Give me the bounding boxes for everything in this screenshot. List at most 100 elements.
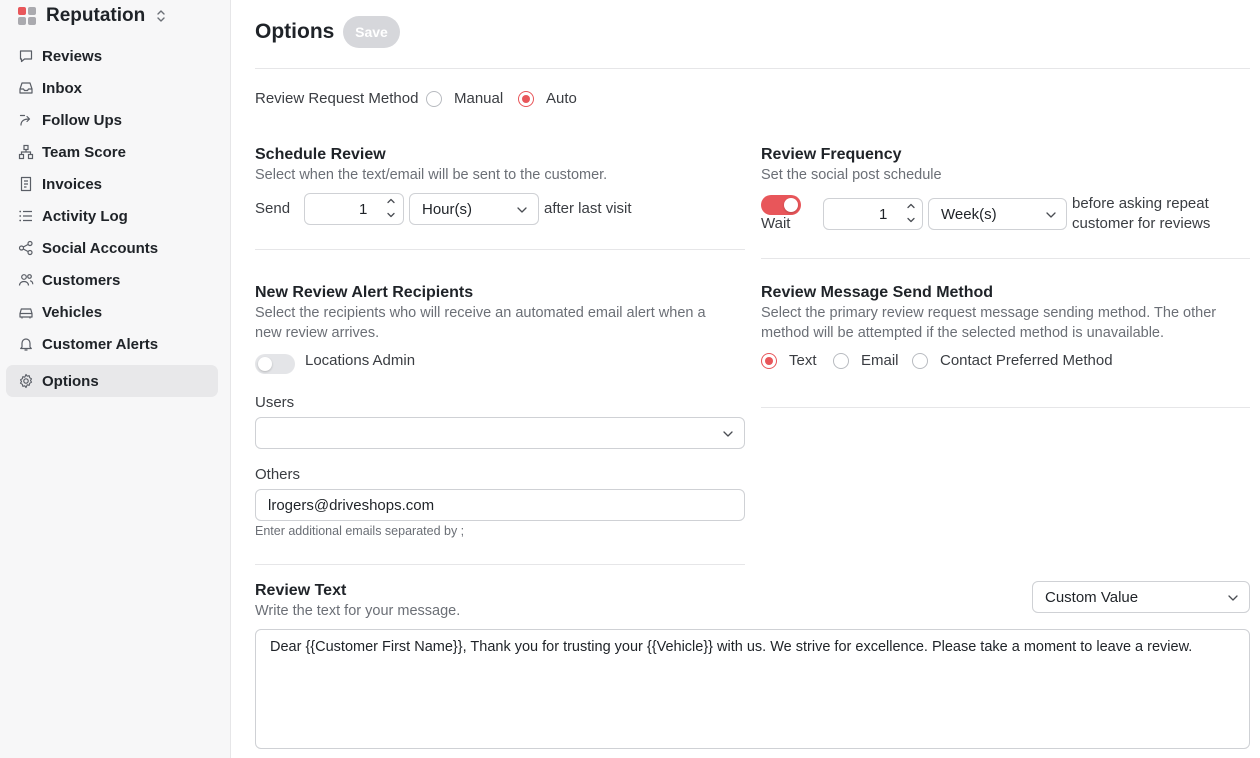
schedule-review-desc: Select when the text/email will be sent …: [255, 167, 608, 183]
users-icon: [18, 272, 34, 288]
review-frequency-title: Review Frequency: [761, 146, 902, 163]
divider: [761, 407, 1250, 408]
others-hint: Enter additional emails separated by ;: [255, 524, 465, 538]
divider: [761, 258, 1250, 259]
list-icon: [18, 208, 34, 224]
page-title: Options: [255, 20, 335, 43]
review-text-title: Review Text: [255, 582, 347, 599]
inbox-icon: [18, 80, 34, 96]
manual-radio-label: Manual: [454, 90, 504, 107]
users-label: Users: [255, 394, 295, 411]
email-radio-label: Email: [861, 352, 899, 369]
sidebar-item-label: Reviews: [42, 47, 103, 65]
sidebar-item-follow-ups[interactable]: Follow Ups: [6, 104, 218, 136]
sidebar-item-options[interactable]: Options: [6, 365, 218, 397]
alert-recipients-title: New Review Alert Recipients: [255, 284, 474, 301]
custom-value-label: Custom Value: [1045, 589, 1139, 606]
follow-up-icon: [18, 112, 34, 128]
chevron-down-icon: [517, 207, 527, 213]
sidebar-item-label: Team Score: [42, 143, 126, 161]
before-asking-label-line1: before asking repeat: [1072, 195, 1209, 212]
frequency-unit-value: Week(s): [941, 206, 997, 223]
org-chart-icon: [18, 144, 34, 160]
bell-icon: [18, 336, 34, 352]
app-title: Reputation: [46, 5, 146, 26]
frequency-amount-stepper[interactable]: 1: [823, 198, 923, 230]
others-email-input[interactable]: lrogers@driveshops.com: [255, 489, 745, 521]
chevron-down-icon: [723, 431, 733, 437]
auto-radio[interactable]: [518, 91, 534, 107]
save-button[interactable]: Save: [343, 16, 400, 48]
wait-toggle[interactable]: [761, 195, 801, 215]
sidebar-item-customers[interactable]: Customers: [6, 264, 218, 296]
invoice-icon: [18, 176, 34, 192]
sidebar-item-label: Customer Alerts: [42, 335, 159, 353]
send-unit-select[interactable]: Hour(s): [409, 193, 539, 225]
alert-recipients-desc-line1: Select the recipients who will receive a…: [255, 305, 706, 321]
send-unit-value: Hour(s): [422, 201, 473, 218]
sidebar-item-vehicles[interactable]: Vehicles: [6, 296, 218, 328]
sidebar-item-customer-alerts[interactable]: Customer Alerts: [6, 328, 218, 360]
send-method-desc-line2: method will be attempted if the selected…: [761, 325, 1165, 341]
email-radio[interactable]: [833, 353, 849, 369]
chevron-up-down-icon: [157, 10, 165, 22]
others-label: Others: [255, 466, 301, 483]
sidebar-item-invoices[interactable]: Invoices: [6, 168, 218, 200]
sidebar-item-label: Activity Log: [42, 207, 128, 225]
contact-preferred-radio-label: Contact Preferred Method: [940, 352, 1113, 369]
review-message-textarea[interactable]: Dear {{Customer First Name}}, Thank you …: [255, 629, 1250, 749]
text-radio-label: Text: [789, 352, 817, 369]
locations-admin-label: Locations Admin: [305, 352, 416, 369]
send-method-desc-line1: Select the primary review request messag…: [761, 305, 1217, 321]
sidebar-item-label: Vehicles: [42, 303, 103, 321]
sidebar-item-label: Inbox: [42, 79, 82, 97]
review-text-desc: Write the text for your message.: [255, 603, 461, 619]
frequency-unit-select[interactable]: Week(s): [928, 198, 1067, 230]
divider: [255, 68, 1250, 69]
contact-preferred-radio[interactable]: [912, 353, 928, 369]
before-asking-label-line2: customer for reviews: [1072, 215, 1211, 232]
wait-label: Wait: [761, 215, 791, 232]
auto-radio-label: Auto: [546, 90, 577, 107]
stepper-arrows-icon[interactable]: [386, 196, 396, 220]
review-message-text: Dear {{Customer First Name}}, Thank you …: [270, 639, 1193, 655]
alert-recipients-desc-line2: new review arrives.: [255, 325, 380, 341]
chat-bubble-icon: [18, 48, 34, 64]
review-request-method-label: Review Request Method: [255, 90, 419, 107]
frequency-amount-value: 1: [879, 206, 888, 223]
main-content: Options Save Review Request Method Manua…: [231, 0, 1260, 758]
sidebar-item-reviews[interactable]: Reviews: [6, 40, 218, 72]
others-email-value: lrogers@driveshops.com: [268, 497, 435, 514]
schedule-review-title: Schedule Review: [255, 146, 386, 163]
text-radio[interactable]: [761, 353, 777, 369]
sidebar-item-social-accounts[interactable]: Social Accounts: [6, 232, 218, 264]
app-logo-icon: [18, 7, 36, 25]
custom-value-select[interactable]: Custom Value: [1032, 581, 1250, 613]
chevron-down-icon: [1046, 212, 1056, 218]
share-icon: [18, 240, 34, 256]
sidebar-item-label: Social Accounts: [42, 239, 159, 257]
manual-radio[interactable]: [426, 91, 442, 107]
users-select[interactable]: [255, 417, 745, 449]
sidebar-item-label: Invoices: [42, 175, 103, 193]
sidebar-item-label: Follow Ups: [42, 111, 122, 129]
send-label: Send: [255, 200, 291, 217]
sidebar-item-label: Options: [42, 372, 99, 390]
chevron-down-icon: [1228, 595, 1238, 601]
stepper-arrows-icon[interactable]: [906, 201, 916, 225]
gear-icon: [18, 373, 34, 389]
sidebar: Reputation Reviews Inbox Follow Ups Team…: [0, 0, 231, 758]
car-icon: [18, 304, 34, 320]
divider: [255, 564, 745, 565]
sidebar-item-team-score[interactable]: Team Score: [6, 136, 218, 168]
locations-admin-toggle[interactable]: [255, 354, 295, 374]
send-amount-stepper[interactable]: 1: [304, 193, 404, 225]
app-switcher[interactable]: Reputation: [18, 5, 167, 27]
divider: [255, 249, 745, 250]
send-method-title: Review Message Send Method: [761, 284, 994, 301]
sidebar-item-inbox[interactable]: Inbox: [6, 72, 218, 104]
review-frequency-desc: Set the social post schedule: [761, 167, 942, 183]
send-amount-value: 1: [359, 201, 368, 218]
sidebar-item-activity-log[interactable]: Activity Log: [6, 200, 218, 232]
sidebar-item-label: Customers: [42, 271, 121, 289]
